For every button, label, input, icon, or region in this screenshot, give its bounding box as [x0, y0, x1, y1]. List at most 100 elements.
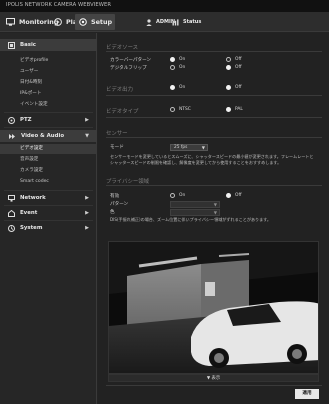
radio-selected-icon	[226, 107, 231, 112]
privacy-pattern-select[interactable]: ▼	[170, 201, 220, 208]
video-audio-icon	[9, 133, 15, 139]
app-title: IPOLIS NETWORK CAMERA WEBVIEWER	[6, 2, 112, 8]
sidebar-item-video-profile[interactable]: ビデオprofile	[20, 56, 48, 66]
title-bar: IPOLIS NETWORK CAMERA WEBVIEWER	[0, 0, 329, 12]
radio-selected-icon	[226, 65, 231, 70]
user-icon	[146, 18, 152, 26]
sidebar-section-event-label: Event	[20, 210, 38, 216]
sidebar-section-video-audio[interactable]: Video & Audio ▼	[0, 130, 97, 142]
sidebar-item-video-setup[interactable]: ビデオ設定	[0, 144, 97, 154]
sidebar-item-audio-setup[interactable]: 音声設定	[20, 155, 38, 165]
sidebar-divider	[4, 127, 93, 128]
sidebar-item-ip-port[interactable]: IP&ポート	[20, 89, 42, 99]
radio-selected-icon	[170, 57, 175, 62]
main-panel: ビデオソース カラーバーパターン On Off デジタルフリップ On Off …	[98, 33, 329, 404]
nav-status-label: Status	[183, 19, 202, 25]
section-rule	[106, 185, 322, 186]
zoom-arrow-icon: ▼	[206, 376, 211, 381]
sidebar-section-basic[interactable]: Basic	[0, 39, 97, 51]
section-rule	[106, 117, 322, 118]
ptz-icon	[8, 116, 15, 124]
sidebar-divider	[4, 220, 93, 221]
label-sensor-mode: モード	[110, 145, 124, 150]
sidebar-section-ptz-label: PTZ	[20, 117, 32, 123]
label-color-bar: カラーバーパターン	[110, 58, 152, 63]
radio-unselected-icon	[170, 107, 175, 112]
sidebar-section-event[interactable]: Event ▶	[0, 207, 97, 219]
section-rule	[106, 385, 322, 386]
sidebar: Basic ビデオprofile ユーザー 日付&時刻 IP&ポート イベント設…	[0, 33, 97, 404]
radio-unselected-icon	[170, 193, 175, 198]
sidebar-divider	[4, 190, 93, 191]
privacy-note: DIS(手振れ補正)の場合、ズーム位置に伴いプライバシー領域がずれることがありま…	[110, 217, 272, 222]
privacy-color-select[interactable]: ▼	[170, 209, 220, 216]
chevron-right-icon: ▶	[85, 195, 89, 201]
sidebar-section-network-label: Network	[20, 195, 46, 201]
radio-video-output-on[interactable]: On	[170, 85, 185, 90]
radio-video-type-ntsc[interactable]: NTSC	[170, 107, 191, 112]
section-heading-video-output: ビデオ出力	[106, 87, 133, 93]
radio-color-bar-off[interactable]: Off	[226, 57, 241, 62]
camera-feed-image	[109, 242, 318, 373]
sidebar-item-camera-setup[interactable]: カメラ設定	[20, 166, 43, 176]
sidebar-item-event-setup[interactable]: イベント設定	[20, 100, 48, 110]
setup-icon	[79, 18, 87, 26]
label-privacy-pattern: パターン	[110, 202, 129, 207]
section-heading-sensor: センサー	[106, 131, 128, 137]
nav-monitoring[interactable]: Monitoring	[6, 14, 58, 30]
label-privacy-color: 色	[110, 210, 115, 215]
sidebar-section-ptz[interactable]: PTZ ▶	[0, 114, 97, 126]
nav-setup[interactable]: Setup	[75, 14, 115, 30]
sidebar-divider	[4, 112, 93, 113]
sidebar-item-smart-codec[interactable]: Smart codec	[20, 177, 49, 187]
radio-unselected-icon	[226, 57, 231, 62]
top-nav: Monitoring Playback Setup ADMIN Status	[0, 12, 329, 32]
playback-icon	[54, 18, 62, 26]
event-icon	[8, 209, 15, 217]
basic-icon	[8, 41, 15, 49]
radio-video-output-off[interactable]: Off	[226, 85, 241, 90]
radio-privacy-off[interactable]: Off	[226, 193, 241, 198]
chevron-down-icon: ▼	[201, 145, 205, 150]
radio-color-bar-on[interactable]: On	[170, 57, 185, 62]
nav-admin[interactable]: ADMIN	[146, 14, 175, 30]
sidebar-item-user[interactable]: ユーザー	[20, 67, 38, 77]
nav-status[interactable]: Status	[172, 14, 201, 30]
chevron-right-icon: ▶	[85, 225, 89, 231]
sensor-mode-select[interactable]: 25 fps ▼	[170, 144, 208, 151]
apply-button[interactable]: 適用	[295, 389, 319, 399]
section-heading-privacy-mask: プライバシー領域	[106, 179, 150, 185]
chevron-down-icon: ▼	[213, 210, 217, 215]
system-icon	[8, 224, 15, 232]
sidebar-divider	[4, 205, 93, 206]
label-digital-flip: デジタルフリップ	[110, 66, 147, 71]
radio-selected-icon	[226, 85, 231, 90]
chevron-down-icon: ▼	[85, 133, 89, 139]
sidebar-section-network[interactable]: Network ▶	[0, 192, 97, 204]
sensor-note: センサーモードを変更しているとスムーズに、シャッタースピードの最小値が変更されま…	[110, 154, 314, 165]
radio-privacy-on[interactable]: On	[170, 193, 185, 198]
sidebar-section-system[interactable]: System ▶	[0, 222, 97, 234]
sidebar-section-system-label: System	[20, 225, 43, 231]
radio-selected-icon	[226, 193, 231, 198]
section-rule	[106, 95, 322, 96]
radio-digital-flip-on[interactable]: On	[170, 65, 185, 70]
radio-video-type-pal[interactable]: PAL	[226, 107, 243, 112]
section-heading-video-type: ビデオタイプ	[106, 109, 139, 115]
sidebar-item-datetime[interactable]: 日付&時刻	[20, 78, 42, 88]
section-rule	[106, 51, 322, 52]
app-window: IPOLIS NETWORK CAMERA WEBVIEWER Monitori…	[0, 0, 329, 404]
radio-digital-flip-off[interactable]: Off	[226, 65, 241, 70]
section-rule	[106, 137, 322, 138]
monitor-icon	[6, 18, 15, 26]
chevron-down-icon: ▼	[213, 202, 217, 207]
video-preview[interactable]	[108, 241, 319, 374]
radio-selected-icon	[170, 85, 175, 90]
status-icon	[172, 18, 179, 25]
chevron-right-icon: ▶	[85, 117, 89, 123]
nav-monitoring-label: Monitoring	[19, 18, 59, 26]
network-icon	[8, 194, 15, 202]
preview-zoom-control[interactable]: ▼ 表示	[108, 374, 319, 382]
radio-unselected-icon	[170, 65, 175, 70]
chevron-right-icon: ▶	[85, 210, 89, 216]
